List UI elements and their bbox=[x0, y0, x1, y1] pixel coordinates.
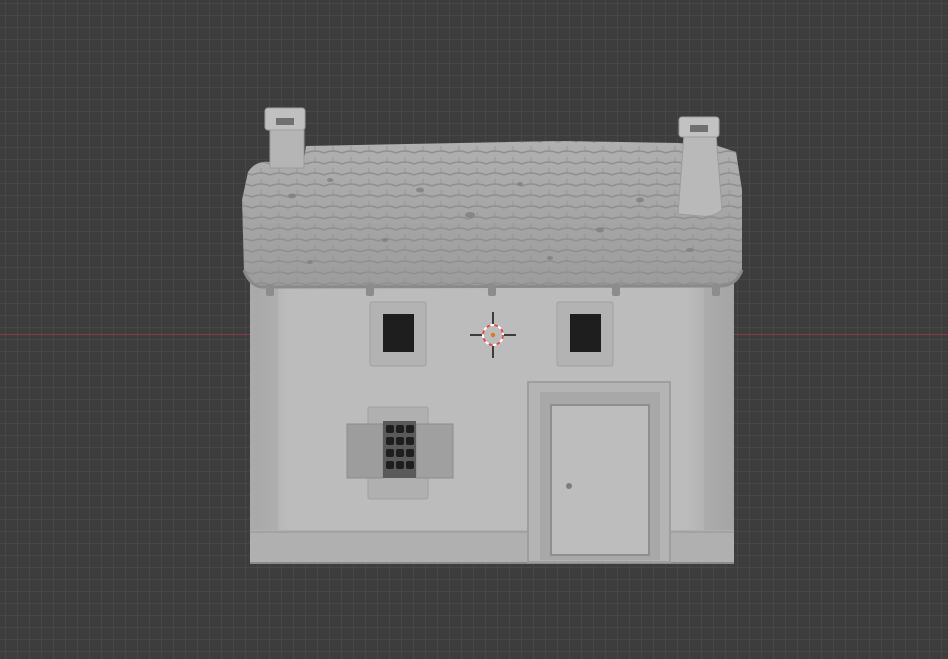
right-chimney bbox=[677, 116, 723, 217]
house-model[interactable] bbox=[0, 0, 948, 659]
door bbox=[527, 381, 671, 563]
door-knob bbox=[566, 483, 572, 489]
tiled-roof bbox=[242, 141, 744, 296]
left-chimney bbox=[264, 107, 306, 169]
upper-right-window bbox=[556, 301, 614, 367]
3d-viewport[interactable] bbox=[0, 0, 948, 659]
upper-left-window bbox=[369, 301, 427, 367]
